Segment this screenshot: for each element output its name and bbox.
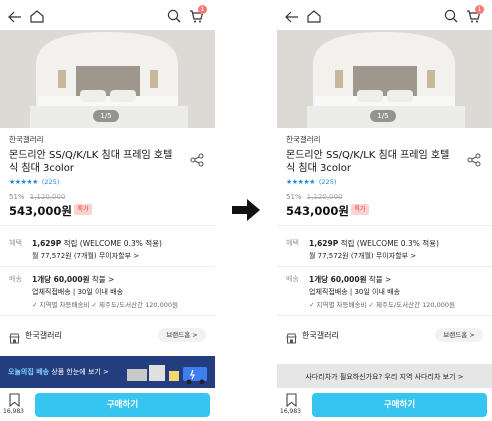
points-text: 적립 (WELCOME 0.3% 적용) [61, 239, 162, 248]
divider [0, 266, 215, 267]
sale-price: 543,000원 [9, 204, 72, 218]
review-count: (225) [318, 178, 337, 186]
share-icon[interactable] [190, 152, 204, 171]
shipping-fee: 1개당 60,000원 [32, 275, 90, 284]
top-bar: 1 [277, 0, 492, 30]
discount-rate: 51% [9, 193, 25, 201]
shipping-label: 배송 [286, 275, 299, 283]
back-arrow-icon[interactable] [8, 8, 22, 27]
ladder-truck-banner[interactable]: 사다리차가 필요하신가요? 우리 지역 사다리차 보기 > [277, 364, 492, 388]
bottom-action-bar: 16,983 구매하기 [0, 388, 215, 421]
points-value: 1,629P [309, 239, 339, 248]
seller-name[interactable]: 한국갤러리 [9, 134, 44, 145]
cart-icon[interactable]: 1 [189, 5, 207, 27]
search-icon[interactable] [167, 8, 181, 27]
shipping-label: 배송 [9, 275, 22, 283]
delivery-banner[interactable]: 오늘의집 배송 상품 한눈에 보기 > [0, 356, 215, 388]
photo-pager: 1/5 [93, 110, 119, 122]
bookmark-count: 16,983 [3, 408, 24, 415]
buy-button[interactable]: 구매하기 [35, 393, 210, 417]
store-icon [9, 329, 20, 348]
cart-count-badge: 1 [198, 5, 207, 14]
banner-text: 사다리차가 필요하신가요? 우리 지역 사다리차 보기 > [305, 373, 464, 381]
home-icon[interactable] [307, 8, 321, 27]
points-text: 적립 (WELCOME 0.3% 적용) [338, 239, 439, 248]
bookmark-count: 16,983 [280, 408, 301, 415]
original-price: 1,120,000 [306, 193, 343, 201]
benefit-label: 혜택 [286, 239, 299, 247]
home-icon[interactable] [30, 8, 44, 27]
store-icon [286, 329, 297, 348]
price-discount-line: 51% 1,120,000 [9, 193, 65, 201]
store-bar[interactable]: 한국갤러리 브랜드홈 > [277, 325, 492, 345]
installment-info[interactable]: 월 77,572원 (7개월) 무이자할부 > [309, 251, 416, 261]
product-title: 몬드리안 SS/Q/K/LK 침대 프레임 호텔식 침대 3color [9, 150, 173, 174]
shipping-extra: 착불 > [89, 275, 115, 284]
original-price: 1,120,000 [29, 193, 66, 201]
top-bar: 1 [0, 0, 215, 30]
photo-pager: 1/5 [370, 110, 396, 122]
share-icon[interactable] [467, 152, 481, 171]
review-count: (225) [41, 178, 60, 186]
divider [277, 266, 492, 267]
product-title: 몬드리안 SS/Q/K/LK 침대 프레임 호텔식 침대 3color [286, 150, 450, 174]
transition-arrow-icon [231, 198, 261, 226]
product-photo[interactable]: 1/5 [0, 30, 215, 128]
points-value: 1,629P [32, 239, 62, 248]
shipping-note: ✓ 지역별 차등배송비 ✓ 제주도/도서산간 120,000원 [309, 301, 455, 309]
divider [277, 225, 492, 226]
store-name: 한국갤러리 [25, 331, 62, 340]
cart-count-badge: 1 [475, 5, 484, 14]
divider [0, 225, 215, 226]
shipping-fee: 1개당 60,000원 [309, 275, 367, 284]
shipping-fee-line[interactable]: 1개당 60,000원 착불 > [32, 274, 114, 285]
shipping-direct: 업체직접배송 | 30일 이내 배송 [32, 288, 124, 296]
shipping-note: ✓ 지역별 차등배송비 ✓ 제주도/도서산간 120,000원 [32, 301, 178, 309]
installment-info[interactable]: 월 77,572원 (7개월) 무이자할부 > [32, 251, 139, 261]
search-icon[interactable] [444, 8, 458, 27]
rating-stars: ★★★★★ [286, 178, 315, 186]
shipping-extra: 착불 > [366, 275, 392, 284]
delivery-truck-icon [127, 365, 207, 385]
cart-icon[interactable]: 1 [466, 5, 484, 27]
special-badge: 특가 [351, 204, 369, 215]
product-photo[interactable]: 1/5 [277, 30, 492, 128]
rating-stars: ★★★★★ [9, 178, 38, 186]
store-bar[interactable]: 한국갤러리 브랜드홈 > [0, 325, 215, 345]
shipping-fee-line[interactable]: 1개당 60,000원 착불 > [309, 274, 391, 285]
points-line: 1,629P 적립 (WELCOME 0.3% 적용) [309, 238, 439, 249]
rating[interactable]: ★★★★★ (225) [286, 177, 336, 187]
special-badge: 특가 [74, 204, 92, 215]
shipping-direct: 업체직접배송 | 30일 이내 배송 [309, 288, 401, 296]
divider [0, 315, 215, 316]
points-line: 1,629P 적립 (WELCOME 0.3% 적용) [32, 238, 162, 249]
bottom-action-bar: 16,983 구매하기 [277, 388, 492, 421]
banner-rest: 상품 한눈에 보기 > [49, 368, 109, 376]
seller-name[interactable]: 한국갤러리 [286, 134, 321, 145]
screen-before: 1 1/5 한국갤러리 몬드리안 SS/Q/K/LK 침대 프레임 호텔식 침대… [0, 0, 215, 421]
rating[interactable]: ★★★★★ (225) [9, 177, 59, 187]
banner-highlight: 오늘의집 배송 [8, 368, 50, 376]
buy-button[interactable]: 구매하기 [312, 393, 487, 417]
back-arrow-icon[interactable] [285, 8, 299, 27]
sale-price: 543,000원 [286, 204, 349, 218]
screen-after: 1 1/5 한국갤러리 몬드리안 SS/Q/K/LK 침대 프레임 호텔식 침대… [277, 0, 492, 421]
brand-home-button[interactable]: 브랜드홈 > [158, 328, 206, 342]
brand-home-button[interactable]: 브랜드홈 > [435, 328, 483, 342]
benefit-label: 혜택 [9, 239, 22, 247]
banner-text: 오늘의집 배송 상품 한눈에 보기 > [8, 367, 109, 377]
divider [277, 315, 492, 316]
price-discount-line: 51% 1,120,000 [286, 193, 342, 201]
store-name: 한국갤러리 [302, 331, 339, 340]
discount-rate: 51% [286, 193, 302, 201]
